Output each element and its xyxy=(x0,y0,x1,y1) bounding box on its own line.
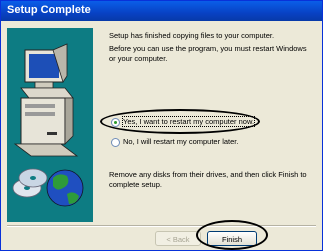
setup-illustration xyxy=(7,28,93,222)
restart-later-option[interactable]: No, I will restart my computer later. xyxy=(111,137,251,149)
highlight-circle-option xyxy=(100,109,260,134)
computer-icon xyxy=(13,43,79,157)
restart-required-message: Before you can use the program, you must… xyxy=(109,44,307,63)
title-bar[interactable]: Setup Complete xyxy=(1,1,322,21)
setup-complete-dialog: Setup Complete Setup has finished copyin… xyxy=(0,0,323,251)
restart-later-label[interactable]: No, I will restart my computer later. xyxy=(123,137,238,146)
dialog-divider xyxy=(7,225,316,227)
globe-icon xyxy=(46,169,84,207)
disc-icon xyxy=(12,168,48,198)
restart-later-radio[interactable] xyxy=(111,138,120,147)
remove-disks-message: Remove any disks from their drives, and … xyxy=(109,170,307,189)
copy-complete-message: Setup has finished copying files to your… xyxy=(109,31,275,40)
highlight-circle-finish xyxy=(196,220,268,250)
window-title: Setup Complete xyxy=(7,4,91,16)
back-button[interactable]: < Back xyxy=(155,231,201,246)
